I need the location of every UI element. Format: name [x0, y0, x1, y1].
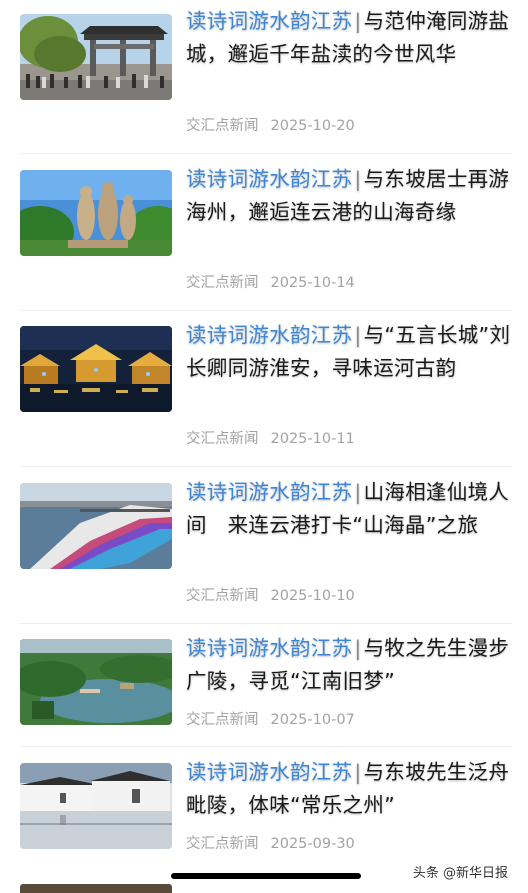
memorial-archway-image	[20, 14, 172, 100]
divider	[20, 746, 512, 747]
source-label: 交汇点新闻	[186, 275, 259, 291]
night-canal-town-image	[20, 326, 172, 412]
source-label: 交汇点新闻	[186, 431, 259, 447]
article-title[interactable]: 读诗词游水韵江苏|与范仲淹同游盐城，邂逅千年盐渎的今世风华	[186, 5, 516, 70]
title-separator: |	[354, 9, 362, 33]
source-label: 交汇点新闻	[186, 588, 259, 604]
article-title[interactable]: 读诗词游水韵江苏|与“五言长城”刘长卿同游淮安，寻味运河古韵	[186, 319, 516, 384]
series-label: 读诗词游水韵江苏	[186, 167, 353, 191]
date-label: 2025-09-30	[270, 836, 355, 852]
date-label: 2025-10-14	[270, 275, 355, 291]
next-article-thumbnail-partial	[20, 884, 172, 893]
divider	[20, 466, 512, 467]
source-watermark: 头条 @新华日报	[412, 866, 508, 881]
date-label: 2025-10-11	[270, 431, 355, 447]
article-meta: 交汇点新闻 2025-10-20	[186, 114, 355, 135]
article-meta: 交汇点新闻 2025-10-07	[186, 708, 355, 729]
home-indicator[interactable]	[171, 873, 361, 879]
series-label: 读诗词游水韵江苏	[186, 760, 353, 784]
title-separator: |	[354, 760, 362, 784]
series-label: 读诗词游水韵江苏	[186, 636, 353, 660]
series-label: 读诗词游水韵江苏	[186, 480, 353, 504]
series-label: 读诗词游水韵江苏	[186, 9, 353, 33]
article-title[interactable]: 读诗词游水韵江苏|与东坡居士再游海州，邂逅连云港的山海奇缘	[186, 163, 516, 228]
date-label: 2025-10-07	[270, 712, 355, 728]
title-separator: |	[354, 480, 362, 504]
white-wall-architecture-image	[20, 763, 172, 849]
date-label: 2025-10-10	[270, 588, 355, 604]
title-separator: |	[354, 167, 362, 191]
article-thumbnail-lake-garden[interactable]	[20, 639, 172, 725]
article-title[interactable]: 读诗词游水韵江苏|山海相逢仙境人间 来连云港打卡“山海晶”之旅	[186, 476, 516, 541]
article-thumbnail-statues[interactable]	[20, 170, 172, 256]
article-thumbnail-coast[interactable]	[20, 483, 172, 569]
date-label: 2025-10-20	[270, 118, 355, 134]
article-thumbnail-white-wall[interactable]	[20, 763, 172, 849]
article-meta: 交汇点新闻 2025-10-14	[186, 271, 355, 292]
divider	[20, 153, 512, 154]
source-label: 交汇点新闻	[186, 712, 259, 728]
title-separator: |	[354, 323, 362, 347]
article-meta: 交汇点新闻 2025-09-30	[186, 832, 355, 853]
divider	[20, 310, 512, 311]
article-thumbnail-night-town[interactable]	[20, 326, 172, 412]
article-title[interactable]: 读诗词游水韵江苏|与东坡先生泛舟毗陵，体味“常乐之州”	[186, 756, 516, 821]
source-label: 交汇点新闻	[186, 118, 259, 134]
divider	[20, 623, 512, 624]
statue-park-image	[20, 170, 172, 256]
series-label: 读诗词游水韵江苏	[186, 323, 353, 347]
article-title[interactable]: 读诗词游水韵江苏|与牧之先生漫步广陵，寻觅“江南旧梦”	[186, 632, 516, 697]
coastal-boardwalk-image	[20, 483, 172, 569]
article-meta: 交汇点新闻 2025-10-11	[186, 427, 355, 448]
article-meta: 交汇点新闻 2025-10-10	[186, 584, 355, 605]
source-label: 交汇点新闻	[186, 836, 259, 852]
title-separator: |	[354, 636, 362, 660]
lake-garden-aerial-image	[20, 639, 172, 725]
article-thumbnail-archway[interactable]	[20, 14, 172, 100]
